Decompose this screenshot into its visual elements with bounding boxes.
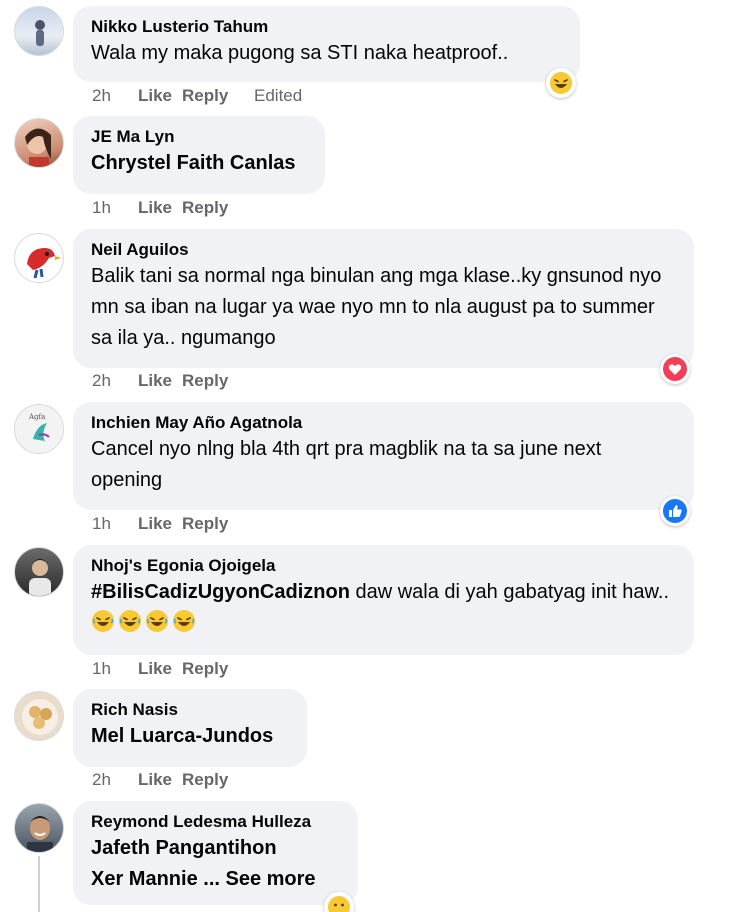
reply-button[interactable]: Reply bbox=[182, 197, 254, 219]
reply-button[interactable]: Reply bbox=[182, 658, 254, 680]
avatar[interactable] bbox=[14, 233, 64, 283]
comment-author[interactable]: Nikko Lusterio Tahum bbox=[91, 16, 564, 38]
comment-bubble: Reymond Ledesma Hulleza Jafeth Pangantih… bbox=[73, 801, 358, 905]
comment-timestamp[interactable]: 2h bbox=[92, 85, 138, 107]
bird-logo-avatar-icon: Agfa bbox=[28, 413, 50, 441]
like-button[interactable]: Like bbox=[138, 769, 182, 791]
comment-author[interactable]: Inchien May Año Agatnola bbox=[91, 412, 678, 434]
comment-timestamp[interactable]: 1h bbox=[92, 658, 138, 680]
avatar[interactable] bbox=[14, 118, 64, 168]
man-smiling-photo-icon bbox=[27, 816, 53, 852]
person-standing-photo-icon bbox=[35, 20, 45, 46]
comment-actions: 1h Like Reply bbox=[92, 197, 254, 219]
laughing-emoji-icon bbox=[173, 610, 195, 632]
comment-author[interactable]: Reymond Ledesma Hulleza bbox=[91, 811, 342, 833]
comment-bubble: JE Ma Lyn Chrystel Faith Canlas bbox=[73, 116, 325, 194]
like-button[interactable]: Like bbox=[138, 370, 182, 392]
love-heart-reaction-icon[interactable] bbox=[660, 354, 690, 384]
comment-bubble: Neil Aguilos Balik tani sa normal nga bi… bbox=[73, 229, 694, 368]
emoji-reaction-icon[interactable] bbox=[324, 892, 354, 912]
comment-timestamp[interactable]: 2h bbox=[92, 370, 138, 392]
like-button[interactable]: Like bbox=[138, 513, 182, 535]
comment-text-body: daw wala di yah gabatyag init haw.. bbox=[349, 581, 669, 603]
avatar[interactable]: Agfa bbox=[14, 404, 64, 454]
comment-text: Balik tani sa normal nga binulan ang mga… bbox=[91, 265, 662, 349]
comment-author[interactable]: Neil Aguilos bbox=[91, 239, 678, 261]
reply-button[interactable]: Reply bbox=[182, 85, 254, 107]
comment-bubble: Inchien May Año Agatnola Cancel nyo nlng… bbox=[73, 402, 694, 510]
red-bird-logo-icon bbox=[27, 248, 61, 279]
laughing-emoji-icon bbox=[119, 610, 141, 632]
comment-text: Cancel nyo nlng bla 4th qrt pra magblik … bbox=[91, 438, 602, 491]
reply-button[interactable]: Reply bbox=[182, 370, 254, 392]
thread-connector-line bbox=[38, 856, 40, 912]
comment-actions: 1h Like Reply bbox=[92, 658, 254, 680]
mentioned-user-link[interactable]: Chrystel Faith Canlas bbox=[91, 148, 309, 179]
comment-timestamp[interactable]: 1h bbox=[92, 197, 138, 219]
svg-text:Agfa: Agfa bbox=[28, 413, 45, 421]
avatar[interactable] bbox=[14, 803, 64, 853]
comment-author[interactable]: Nhoj's Egonia Ojoigela bbox=[91, 555, 678, 577]
haha-emoji-icon[interactable] bbox=[546, 68, 576, 98]
mentioned-user-link[interactable]: Jafeth Pangantihon bbox=[91, 833, 342, 864]
laughing-emoji-icon bbox=[146, 610, 168, 632]
comment-author[interactable]: JE Ma Lyn bbox=[91, 126, 309, 148]
reply-button[interactable]: Reply bbox=[182, 769, 254, 791]
food-photo-avatar-icon bbox=[22, 699, 58, 735]
avatar[interactable] bbox=[14, 691, 64, 741]
comment-bubble: Nikko Lusterio Tahum Wala my maka pugong… bbox=[73, 6, 580, 82]
edited-label[interactable]: Edited bbox=[254, 85, 302, 107]
comment-actions: 2h Like Reply bbox=[92, 370, 254, 392]
comment-bubble: Rich Nasis Mel Luarca-Jundos bbox=[73, 689, 307, 767]
comment-bubble: Nhoj's Egonia Ojoigela #BilisCadizUgyonC… bbox=[73, 545, 694, 655]
avatar[interactable] bbox=[14, 6, 64, 56]
person-photo-icon bbox=[29, 559, 51, 596]
reply-button[interactable]: Reply bbox=[182, 513, 254, 535]
comment-timestamp[interactable]: 2h bbox=[92, 769, 138, 791]
comment-text: #BilisCadizUgyonCadiznon daw wala di yah… bbox=[91, 577, 671, 639]
comment-actions: 2h Like Reply Edited bbox=[92, 85, 302, 107]
comment-actions: 1h Like Reply bbox=[92, 513, 254, 535]
like-thumb-reaction-icon[interactable] bbox=[660, 496, 690, 526]
hashtag-link[interactable]: #BilisCadizUgyonCadiznon bbox=[91, 581, 350, 603]
laughing-emoji-group bbox=[91, 610, 199, 634]
like-button[interactable]: Like bbox=[138, 197, 182, 219]
comment-author[interactable]: Rich Nasis bbox=[91, 699, 291, 721]
comment-actions: 2h Like Reply bbox=[92, 769, 254, 791]
like-button[interactable]: Like bbox=[138, 658, 182, 680]
see-more-link[interactable]: Xer Mannie ... See more bbox=[91, 864, 342, 895]
mentioned-user-link[interactable]: Mel Luarca-Jundos bbox=[91, 721, 291, 752]
comment-text: Wala my maka pugong sa STI naka heatproo… bbox=[91, 42, 509, 64]
laughing-emoji-icon bbox=[92, 610, 114, 632]
avatar[interactable] bbox=[14, 547, 64, 597]
woman-selfie-photo-icon bbox=[25, 128, 51, 167]
comment-timestamp[interactable]: 1h bbox=[92, 513, 138, 535]
like-button[interactable]: Like bbox=[138, 85, 182, 107]
